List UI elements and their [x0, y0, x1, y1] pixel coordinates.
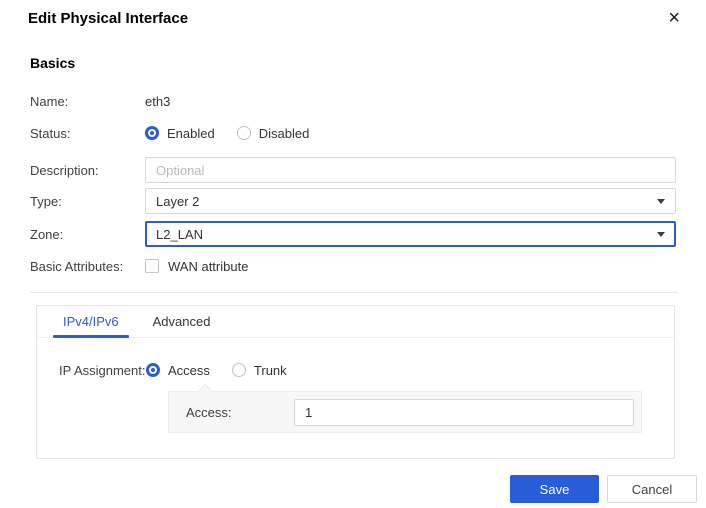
page-title: Edit Physical Interface: [28, 10, 189, 27]
basic-attributes-row: Basic Attributes: WAN attribute: [30, 257, 676, 275]
tab-advanced[interactable]: Advanced: [143, 306, 221, 337]
panel-caret-up: [197, 383, 213, 399]
chevron-down-icon: [657, 198, 665, 204]
access-sub-panel: Access:: [168, 383, 642, 433]
interface-settings-tabbox: IPv4/IPv6 Advanced IP Assignment: Access…: [36, 305, 675, 459]
zone-label: Zone:: [30, 226, 64, 242]
save-button[interactable]: Save: [510, 475, 599, 503]
ip-assignment-trunk-label: Trunk: [253, 362, 287, 378]
status-radio-group: Enabled Disabled: [145, 126, 331, 141]
cancel-button[interactable]: Cancel: [607, 475, 697, 503]
description-row: Description:: [30, 157, 676, 183]
radio-unselected-icon[interactable]: [231, 363, 246, 377]
type-row: Type: Layer 2: [30, 188, 676, 214]
ip-assignment-access-option[interactable]: Access: [146, 363, 210, 378]
wan-attribute-label[interactable]: WAN attribute: [168, 259, 248, 274]
status-enabled-label: Enabled: [167, 125, 215, 141]
zone-select-value: L2_LAN: [156, 226, 203, 242]
tab-header: IPv4/IPv6 Advanced: [37, 306, 674, 338]
close-icon[interactable]: ×: [668, 8, 680, 28]
zone-select[interactable]: L2_LAN: [145, 221, 676, 247]
section-divider: [30, 292, 678, 293]
tab-ipv4-ipv6-label: IPv4/IPv6: [63, 314, 119, 329]
status-disabled-option[interactable]: Disabled: [236, 125, 310, 141]
name-value: eth3: [145, 93, 171, 109]
access-field-label: Access:: [186, 404, 232, 420]
type-select-value: Layer 2: [156, 193, 200, 209]
description-input[interactable]: [145, 157, 676, 183]
basics-heading: Basics: [30, 55, 76, 71]
basic-attributes-label: Basic Attributes:: [30, 258, 124, 274]
ip-assignment-label: IP Assignment:: [59, 362, 146, 378]
type-select[interactable]: Layer 2: [145, 188, 676, 214]
ip-assignment-radio-group: Access Trunk: [146, 363, 309, 378]
edit-physical-interface-dialog: Edit Physical Interface × Basics Name: e…: [0, 0, 706, 508]
zone-row: Zone: L2_LAN: [30, 221, 676, 247]
wan-attribute-checkbox[interactable]: [145, 259, 159, 273]
name-row: Name: eth3: [30, 92, 676, 110]
description-label: Description:: [30, 162, 99, 178]
access-input[interactable]: [294, 398, 634, 426]
name-label: Name:: [30, 93, 69, 109]
ip-assignment-trunk-option[interactable]: Trunk: [231, 362, 287, 378]
dialog-header: Edit Physical Interface ×: [28, 8, 688, 28]
status-row: Status: Enabled Disabled: [30, 124, 676, 142]
tab-advanced-label: Advanced: [152, 314, 211, 329]
status-disabled-label: Disabled: [258, 125, 310, 141]
ip-assignment-row: IP Assignment: Access Trunk: [59, 361, 654, 379]
chevron-down-icon: [657, 231, 665, 237]
tab-ipv4-ipv6[interactable]: IPv4/IPv6: [53, 306, 129, 338]
status-enabled-option[interactable]: Enabled: [145, 126, 215, 141]
radio-selected-icon[interactable]: [146, 363, 160, 377]
status-label: Status:: [30, 125, 71, 141]
radio-selected-icon[interactable]: [145, 126, 159, 140]
type-label: Type:: [30, 193, 62, 209]
radio-unselected-icon[interactable]: [236, 126, 251, 140]
ip-assignment-access-label: Access: [168, 362, 210, 378]
